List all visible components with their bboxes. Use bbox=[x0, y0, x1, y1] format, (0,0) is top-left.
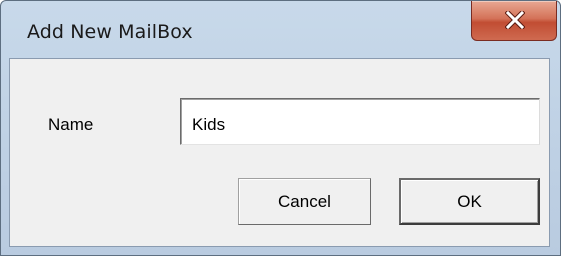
dialog-body: Name Cancel OK bbox=[9, 58, 550, 247]
close-button[interactable] bbox=[471, 1, 557, 41]
cancel-button[interactable]: Cancel bbox=[238, 178, 371, 225]
ok-button[interactable]: OK bbox=[399, 178, 540, 225]
name-input[interactable] bbox=[180, 98, 540, 145]
add-mailbox-dialog: Add New MailBox Name Cancel OK bbox=[0, 0, 561, 256]
close-x-icon bbox=[505, 11, 525, 29]
window-title: Add New MailBox bbox=[27, 21, 193, 43]
title-bar[interactable]: Add New MailBox bbox=[1, 1, 560, 61]
name-label: Name bbox=[48, 115, 94, 134]
